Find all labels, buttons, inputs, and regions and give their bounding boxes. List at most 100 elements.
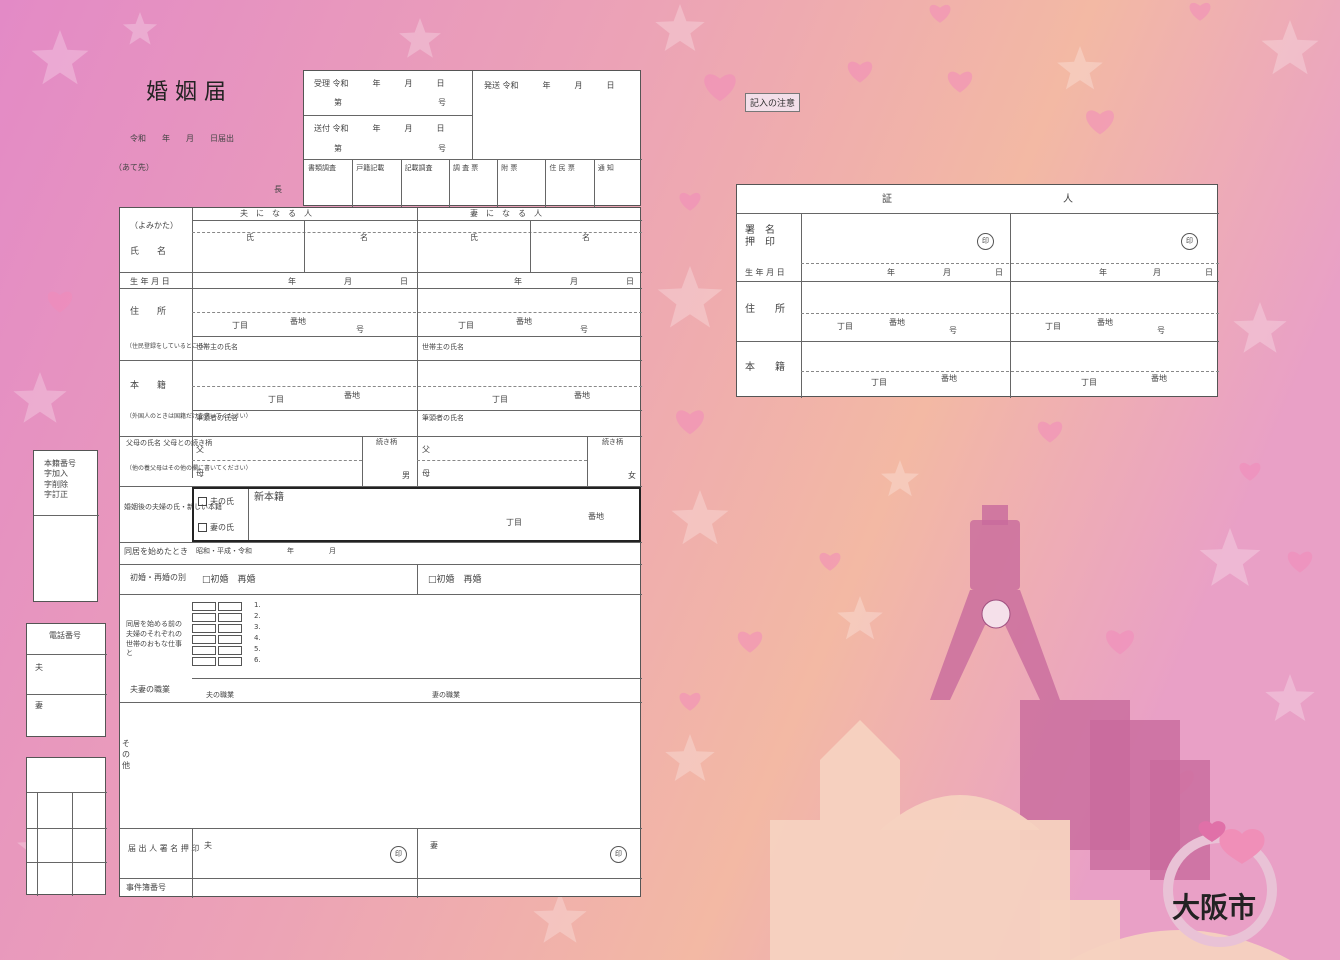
check-divider <box>497 159 499 207</box>
received-date: 受理 令和 年 月 日 <box>314 79 445 88</box>
job-check-wife-1[interactable] <box>218 613 242 622</box>
w-go: 号 <box>580 325 588 334</box>
h-chome: 丁目 <box>232 321 248 330</box>
w-uji: 氏 <box>470 233 478 242</box>
job-options: 1. 2. 3. 4. 5. 6. <box>192 598 632 678</box>
job-check-husband-2[interactable] <box>192 624 216 633</box>
addressee-label: （あて先） <box>114 163 154 172</box>
w-mother: 母 <box>422 469 430 478</box>
h-male: 男 <box>402 471 410 480</box>
job-check-wife-5[interactable] <box>218 657 242 666</box>
w2-hon-chome: 丁目 <box>1081 378 1097 387</box>
w1-month: 月 <box>943 268 951 277</box>
w-householder: 世帯主の氏名 <box>422 343 464 351</box>
h-householder: 世帯主の氏名 <box>196 343 238 351</box>
label-address: 住 所 <box>130 307 167 317</box>
job-check-husband-0[interactable] <box>192 602 216 611</box>
filing-date: 令和 年 月 日届出 <box>130 134 234 143</box>
sent-date: 送付 令和 年 月 日 <box>314 124 445 133</box>
chief-label: 長 <box>274 185 282 194</box>
w-marital[interactable]: □初婚 再婚 <box>428 576 482 585</box>
new-chome: 丁目 <box>506 518 522 527</box>
w2-month: 月 <box>1153 268 1161 277</box>
h-hon-banchi: 番地 <box>344 391 360 400</box>
witness-header-left: 証 <box>882 194 892 205</box>
w-mei: 名 <box>582 233 590 242</box>
job-option-2: 3. <box>254 623 261 631</box>
phone-husband: 夫 <box>35 663 43 672</box>
seal-wife: 印 <box>610 846 627 863</box>
job-check-husband-1[interactable] <box>192 613 216 622</box>
check-divider <box>400 159 402 207</box>
w-day: 日 <box>626 277 634 286</box>
check-cell-0: 書類調査 <box>308 164 336 172</box>
reception-box: 受理 令和 年 月 日 第 号 送付 令和 年 月 日 第 号 発送 令和 年 … <box>303 70 642 207</box>
label-occupation-before: 同居を始める前の夫婦のそれぞれの世帯のおもな仕事と <box>126 620 182 658</box>
form-title: 婚 姻 届 <box>146 80 226 105</box>
witness-birth-label: 生 年 月 日 <box>745 268 785 277</box>
w1-year: 年 <box>887 268 895 277</box>
w-female: 女 <box>628 471 636 480</box>
w-head: 筆頭者の氏名 <box>422 414 464 422</box>
label-cohabit: 同居を始めたとき <box>124 547 188 556</box>
w-year: 年 <box>514 277 522 286</box>
osaka-logo: 大阪市 <box>1150 820 1280 950</box>
w2-year: 年 <box>1099 268 1107 277</box>
received-no: 第 号 <box>334 98 446 107</box>
check-cell-4: 附 票 <box>501 164 518 172</box>
h-relation: 続き柄 <box>376 438 397 446</box>
w-hon-chome: 丁目 <box>492 395 508 404</box>
job-option-3: 4. <box>254 634 261 642</box>
seal-husband: 印 <box>390 846 407 863</box>
new-honseki-label: 新本籍 <box>254 492 284 503</box>
h-mei: 名 <box>360 233 368 242</box>
check-husband-surname[interactable]: 夫の氏 <box>198 497 234 506</box>
check-divider <box>593 159 595 207</box>
phone-wife: 妻 <box>35 701 43 710</box>
job-check-wife-3[interactable] <box>218 635 242 644</box>
job-option-0: 1. <box>254 601 261 609</box>
witness-sign-label: 署 名 押 印 <box>745 225 775 248</box>
w-hon-banchi: 番地 <box>574 391 590 400</box>
job-check-husband-3[interactable] <box>192 635 216 644</box>
registry-box: 本籍番号 字加入 字削除 字訂正 <box>33 450 99 602</box>
label-name: 氏 名 <box>130 247 167 257</box>
w1-chome: 丁目 <box>837 322 853 331</box>
w2-chome: 丁目 <box>1045 322 1061 331</box>
h-month: 月 <box>344 277 352 286</box>
w-job: 妻の職業 <box>432 691 460 699</box>
issued-date: 発送 令和 年 月 日 <box>484 81 615 90</box>
header-husband: 夫 に な る 人 <box>240 209 312 218</box>
new-banchi: 番地 <box>588 512 604 521</box>
w-banchi: 番地 <box>516 317 532 326</box>
h-hon-chome: 丁目 <box>268 395 284 404</box>
office-box <box>26 757 107 896</box>
witness1-seal: 印 <box>977 233 994 250</box>
phone-label: 電話番号 <box>49 631 81 640</box>
job-check-wife-2[interactable] <box>218 624 242 633</box>
main-table: 夫 に な る 人 妻 に な る 人 （よみかた） 氏 名 氏 名 氏 名 生… <box>119 207 642 898</box>
job-check-wife-4[interactable] <box>218 646 242 655</box>
check-divider <box>352 159 354 207</box>
label-parents-note: （他の養父母はその他の欄に書いてください） <box>126 465 252 472</box>
h-father: 父 <box>196 445 204 454</box>
check-cell-2: 記載調査 <box>404 164 433 172</box>
header-wife: 妻 に な る 人 <box>470 209 542 218</box>
h-head: 筆頭者の氏名 <box>196 414 238 422</box>
cohabit-date: 昭和・平成・令和 年 月 <box>196 547 336 555</box>
h-mother: 母 <box>196 469 204 478</box>
h-marital[interactable]: □初婚 再婚 <box>202 576 256 585</box>
label-honseki: 本 籍 <box>130 381 167 391</box>
marriage-form: 婚 姻 届 令和 年 月 日届出 （あて先） 長 受理 令和 年 月 日 第 号… <box>0 0 1340 960</box>
job-check-husband-5[interactable] <box>192 657 216 666</box>
w2-banchi: 番地 <box>1097 318 1113 327</box>
h-go: 号 <box>356 325 364 334</box>
job-check-husband-4[interactable] <box>192 646 216 655</box>
job-check-wife-0[interactable] <box>218 602 242 611</box>
witness-header-right: 人 <box>1063 194 1073 205</box>
w-father: 父 <box>422 445 430 454</box>
w1-hon-banchi: 番地 <box>941 374 957 383</box>
check-wife-surname[interactable]: 妻の氏 <box>198 523 234 532</box>
w-chome: 丁目 <box>458 321 474 330</box>
check-divider <box>448 159 450 207</box>
